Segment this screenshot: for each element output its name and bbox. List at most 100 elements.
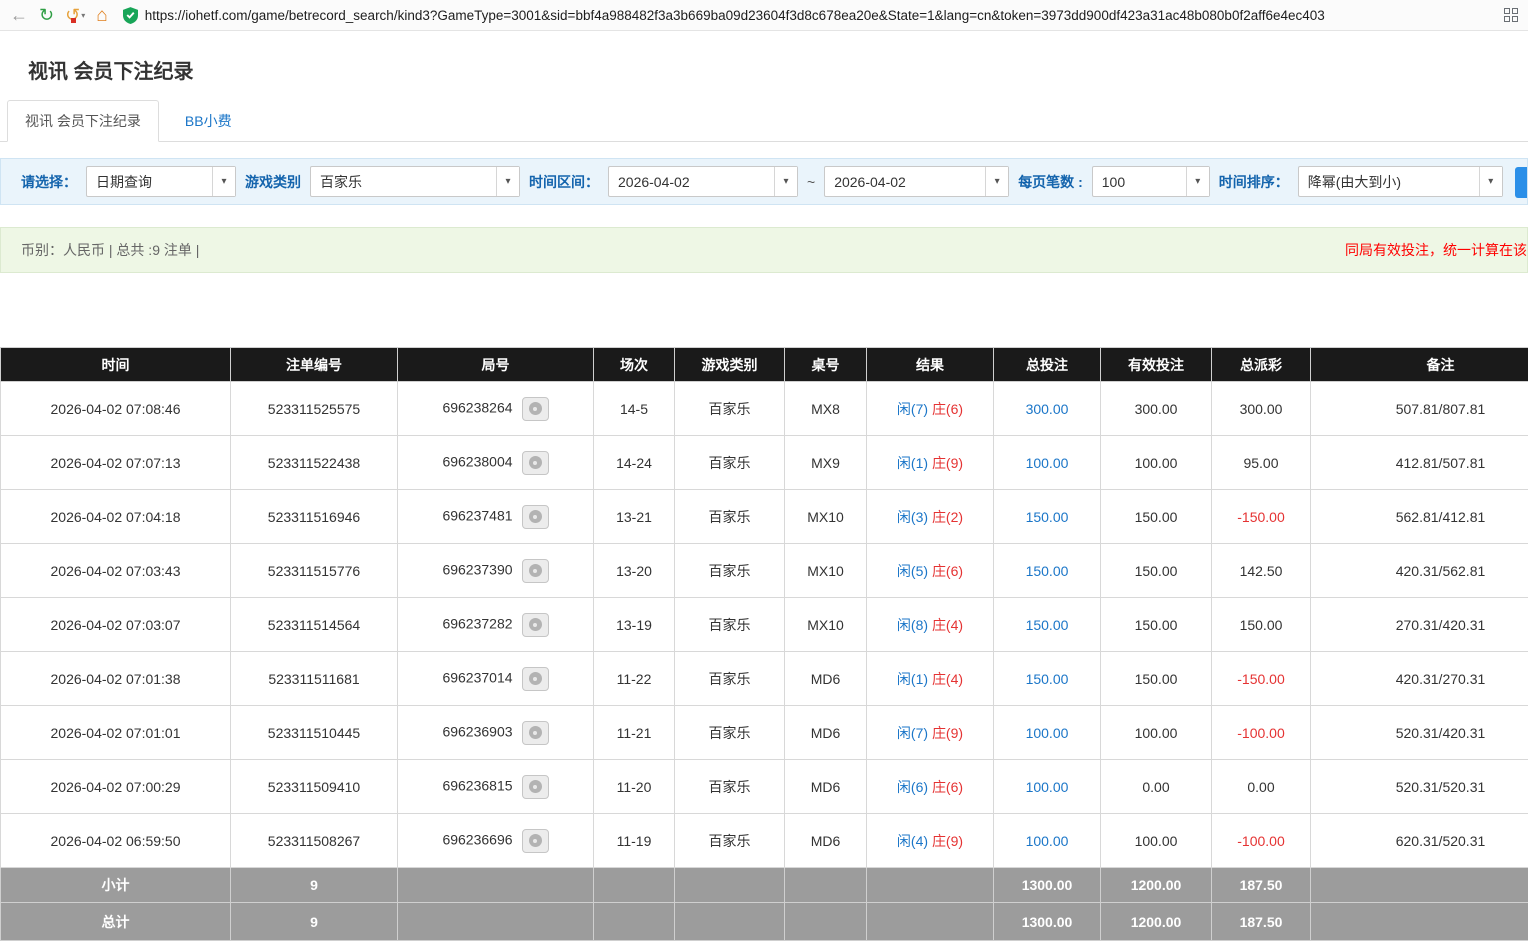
cell-bet-id: 523311515776 [231,544,398,598]
chevron-down-icon[interactable]: ▾ [212,167,235,196]
query-type-select[interactable]: 日期查询 ▾ [86,166,236,197]
tab-bb-tips[interactable]: BB小费 [159,101,258,141]
cell-valid-bet: 300.00 [1101,382,1212,436]
cell-valid-bet: 150.00 [1101,544,1212,598]
per-page-value: 100 [1093,174,1186,190]
query-type-value: 日期查询 [87,172,212,192]
cell-round-id: 696236696 [398,814,594,868]
sort-value: 降幂(由大到小) [1299,172,1479,192]
cell-total-bet[interactable]: 100.00 [994,706,1101,760]
cell-payout: 300.00 [1212,382,1311,436]
cell-session: 14-5 [594,382,675,436]
cell-total-bet[interactable]: 100.00 [994,436,1101,490]
video-replay-icon[interactable] [522,667,549,691]
video-replay-icon[interactable] [522,775,549,799]
cell-result: 闲(1) 庄(9) [867,436,994,490]
date-to-select[interactable]: 2026-04-02 ▾ [824,166,1009,197]
result-banker: 庄(9) [932,455,963,471]
cell-time: 2026-04-02 07:08:46 [1,382,231,436]
chevron-down-icon[interactable]: ▾ [81,11,85,20]
date-from-select[interactable]: 2026-04-02 ▾ [608,166,798,197]
address-bar[interactable]: https://iohetf.com/game/betrecord_search… [123,7,1485,24]
cell-valid-bet: 100.00 [1101,814,1212,868]
chevron-down-icon[interactable]: ▾ [1479,167,1502,196]
result-banker: 庄(2) [932,509,963,525]
cell-note: 520.31/520.31 [1311,760,1528,814]
empty-cell [1311,868,1528,903]
result-player: 闲(1) [897,455,928,471]
cell-time: 2026-04-02 07:07:13 [1,436,231,490]
cell-valid-bet: 100.00 [1101,706,1212,760]
cell-total-bet[interactable]: 100.00 [994,814,1101,868]
cell-result: 闲(7) 庄(6) [867,382,994,436]
search-button[interactable] [1515,167,1527,198]
round-id-text: 696237390 [442,561,512,577]
video-replay-icon[interactable] [522,721,549,745]
summary-bar: 币别：人民币 | 总共 :9 注单 | 同局有效投注，统一计算在该局 [0,227,1528,273]
result-player: 闲(3) [897,509,928,525]
video-replay-icon[interactable] [522,505,549,529]
tab-bet-records[interactable]: 视讯 会员下注纪录 [7,100,159,142]
chevron-down-icon[interactable]: ▾ [1186,167,1209,196]
chevron-down-icon[interactable]: ▾ [774,167,797,196]
summary-note: 同局有效投注，统一计算在该局 [1345,240,1528,260]
cell-time: 2026-04-02 07:01:38 [1,652,231,706]
cell-note: 520.31/420.31 [1311,706,1528,760]
cell-total-bet[interactable]: 150.00 [994,598,1101,652]
extension-grid-icon[interactable] [1504,8,1518,22]
cell-game-type: 百家乐 [675,598,785,652]
cell-time: 2026-04-02 07:03:07 [1,598,231,652]
cell-payout: 0.00 [1212,760,1311,814]
cell-note: 270.31/420.31 [1311,598,1528,652]
result-banker: 庄(4) [932,617,963,633]
cell-note: 562.81/412.81 [1311,490,1528,544]
result-player: 闲(7) [897,401,928,417]
empty-cell [1311,903,1528,941]
cell-payout: 150.00 [1212,598,1311,652]
result-banker: 庄(9) [932,725,963,741]
cell-payout: -150.00 [1212,652,1311,706]
cell-session: 11-22 [594,652,675,706]
subtotal-label: 小计 [1,868,231,903]
per-page-select[interactable]: 100 ▾ [1092,166,1210,197]
cell-total-bet[interactable]: 150.00 [994,544,1101,598]
cell-table-code: MX10 [785,598,867,652]
cell-game-type: 百家乐 [675,814,785,868]
empty-cell [594,868,675,903]
back-icon[interactable]: ← [10,6,28,24]
cell-total-bet[interactable]: 150.00 [994,652,1101,706]
game-type-select[interactable]: 百家乐 ▾ [310,166,520,197]
video-replay-icon[interactable] [522,613,549,637]
cell-total-bet[interactable]: 100.00 [994,760,1101,814]
cell-bet-id: 523311522438 [231,436,398,490]
video-replay-icon[interactable] [522,559,549,583]
cell-total-bet[interactable]: 150.00 [994,490,1101,544]
undo-control[interactable]: ↺ ▾ [65,6,85,24]
cell-time: 2026-04-02 06:59:50 [1,814,231,868]
bet-row: 2026-04-02 07:04:18523311516946696237481… [1,490,1528,544]
sort-select[interactable]: 降幂(由大到小) ▾ [1298,166,1503,197]
cell-note: 620.31/520.31 [1311,814,1528,868]
url-text[interactable]: https://iohetf.com/game/betrecord_search… [145,8,1325,23]
cell-round-id: 696238264 [398,382,594,436]
video-replay-icon[interactable] [522,397,549,421]
cell-time: 2026-04-02 07:00:29 [1,760,231,814]
cell-payout: -150.00 [1212,490,1311,544]
video-replay-icon[interactable] [522,829,549,853]
cell-session: 11-21 [594,706,675,760]
cell-result: 闲(6) 庄(6) [867,760,994,814]
cell-table-code: MX10 [785,490,867,544]
chevron-down-icon[interactable]: ▾ [496,167,519,196]
column-header: 桌号 [785,348,867,382]
cell-bet-id: 523311508267 [231,814,398,868]
column-header: 结果 [867,348,994,382]
empty-cell [785,868,867,903]
cell-table-code: MX8 [785,382,867,436]
home-icon[interactable]: ⌂ [96,6,107,25]
cell-total-bet[interactable]: 300.00 [994,382,1101,436]
cell-valid-bet: 150.00 [1101,490,1212,544]
video-replay-icon[interactable] [522,451,549,475]
bet-row: 2026-04-02 07:07:13523311522438696238004… [1,436,1528,490]
chevron-down-icon[interactable]: ▾ [985,167,1008,196]
refresh-icon[interactable]: ↻ [39,6,54,24]
